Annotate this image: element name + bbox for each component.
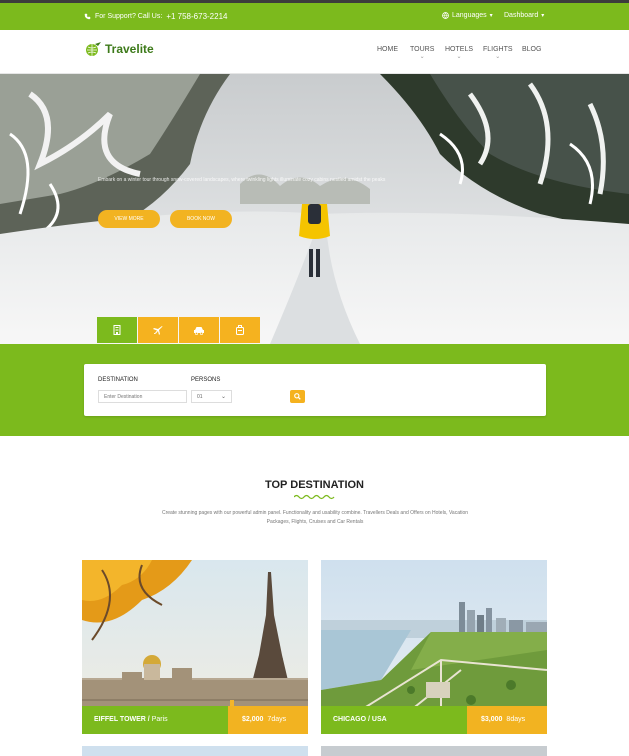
suitcase-icon bbox=[236, 325, 244, 335]
search-icon bbox=[294, 393, 301, 400]
car-icon bbox=[194, 326, 204, 335]
section-description: Create stunning pages with our powerful … bbox=[161, 510, 469, 525]
hero-caption: Embark on a winter tour through snow-cov… bbox=[98, 177, 386, 183]
languages-label: Languages bbox=[452, 12, 487, 19]
globe-icon bbox=[442, 12, 449, 19]
plane-icon bbox=[153, 326, 163, 335]
nav-label: BLOG bbox=[522, 46, 542, 53]
persons-select[interactable]: 01 ⌄ bbox=[191, 390, 232, 403]
search-button[interactable] bbox=[290, 390, 305, 403]
nav-label: FLIGHTS bbox=[483, 46, 513, 53]
card-price: $3,000 8days bbox=[467, 706, 547, 734]
card-name: CHICAGO / USA bbox=[333, 716, 387, 723]
support-phone[interactable]: +1 758-673-2214 bbox=[166, 12, 227, 21]
view-more-button[interactable]: VIEW MORE bbox=[98, 210, 160, 228]
card-title: EIFFEL TOWER / Paris bbox=[94, 716, 168, 723]
destination-input[interactable] bbox=[98, 390, 187, 403]
price-value: $2,000 bbox=[242, 716, 264, 723]
destination-label: DESTINATION bbox=[98, 377, 138, 383]
caret-down-icon: ▾ bbox=[489, 13, 493, 19]
support-label: For Support? Call Us: bbox=[95, 13, 163, 20]
top-bar: For Support? Call Us: +1 758-673-2214 La… bbox=[0, 0, 629, 30]
persons-label: PERSONS bbox=[191, 377, 221, 383]
squiggle-divider bbox=[294, 494, 335, 500]
card-footer: CHICAGO / USA $3,000 8days bbox=[321, 706, 547, 734]
search-box: DESTINATION PERSONS 01 ⌄ bbox=[84, 364, 546, 416]
nav-label: HOME bbox=[377, 46, 398, 53]
card-price: $2,000 7days bbox=[228, 706, 308, 734]
nav-flights[interactable]: FLIGHTS ⌄ bbox=[483, 46, 513, 61]
book-now-button[interactable]: BOOK NOW bbox=[170, 210, 232, 228]
nav-tours[interactable]: TOURS ⌄ bbox=[410, 46, 434, 61]
globe-logo-icon bbox=[86, 42, 101, 56]
tab-cars[interactable] bbox=[179, 317, 219, 343]
nav-home[interactable]: HOME bbox=[377, 46, 398, 53]
card-name: EIFFEL TOWER / bbox=[94, 716, 150, 723]
nav-hotels[interactable]: HOTELS ⌄ bbox=[445, 46, 473, 61]
chevron-down-icon: ⌄ bbox=[419, 54, 425, 60]
destination-card-partial[interactable] bbox=[321, 746, 547, 756]
phone-icon bbox=[84, 13, 91, 20]
nav-label: HOTELS bbox=[445, 46, 474, 53]
destination-card-chicago[interactable]: CHICAGO / USA $3,000 8days bbox=[321, 560, 547, 734]
brand-name: Travelite bbox=[105, 42, 154, 56]
persons-value: 01 bbox=[197, 394, 203, 400]
logo[interactable]: Travelite bbox=[84, 41, 154, 57]
card-footer: EIFFEL TOWER / Paris $2,000 7days bbox=[82, 706, 308, 734]
chevron-down-icon: ⌄ bbox=[220, 394, 226, 400]
hero-image bbox=[0, 74, 629, 344]
chevron-down-icon: ⌄ bbox=[456, 54, 462, 60]
price-days: 7days bbox=[267, 716, 287, 723]
tab-packages[interactable] bbox=[220, 317, 260, 343]
dashboard-label: Dashboard bbox=[504, 12, 539, 19]
site-header: Travelite HOME TOURS ⌄ HOTELS ⌄ FLIGHTS ⌄ B… bbox=[0, 30, 629, 74]
price-value: $3,000 bbox=[481, 716, 503, 723]
dashboard-dropdown[interactable]: Dashboard ▾ bbox=[504, 12, 544, 19]
tab-flights[interactable] bbox=[138, 317, 178, 343]
hotel-icon bbox=[113, 325, 121, 335]
destination-card-paris[interactable]: EIFFEL TOWER / Paris $2,000 7days bbox=[82, 560, 308, 734]
card-title: CHICAGO / USA bbox=[333, 716, 387, 723]
languages-dropdown[interactable]: Languages ▾ bbox=[442, 12, 493, 19]
nav-label: TOURS bbox=[410, 46, 435, 53]
support-info: For Support? Call Us: +1 758-673-2214 bbox=[84, 12, 227, 21]
hero-banner: Embark on a winter tour through snow-cov… bbox=[0, 74, 629, 344]
price-days: 8days bbox=[506, 716, 526, 723]
tab-hotels[interactable] bbox=[97, 317, 137, 343]
chevron-down-icon: ⌄ bbox=[495, 54, 501, 60]
card-subtitle: Paris bbox=[151, 716, 168, 723]
caret-down-icon: ▾ bbox=[541, 13, 545, 19]
section-title: TOP DESTINATION bbox=[264, 479, 364, 491]
destination-card-partial[interactable] bbox=[82, 746, 308, 756]
nav-blog[interactable]: BLOG bbox=[522, 46, 541, 53]
